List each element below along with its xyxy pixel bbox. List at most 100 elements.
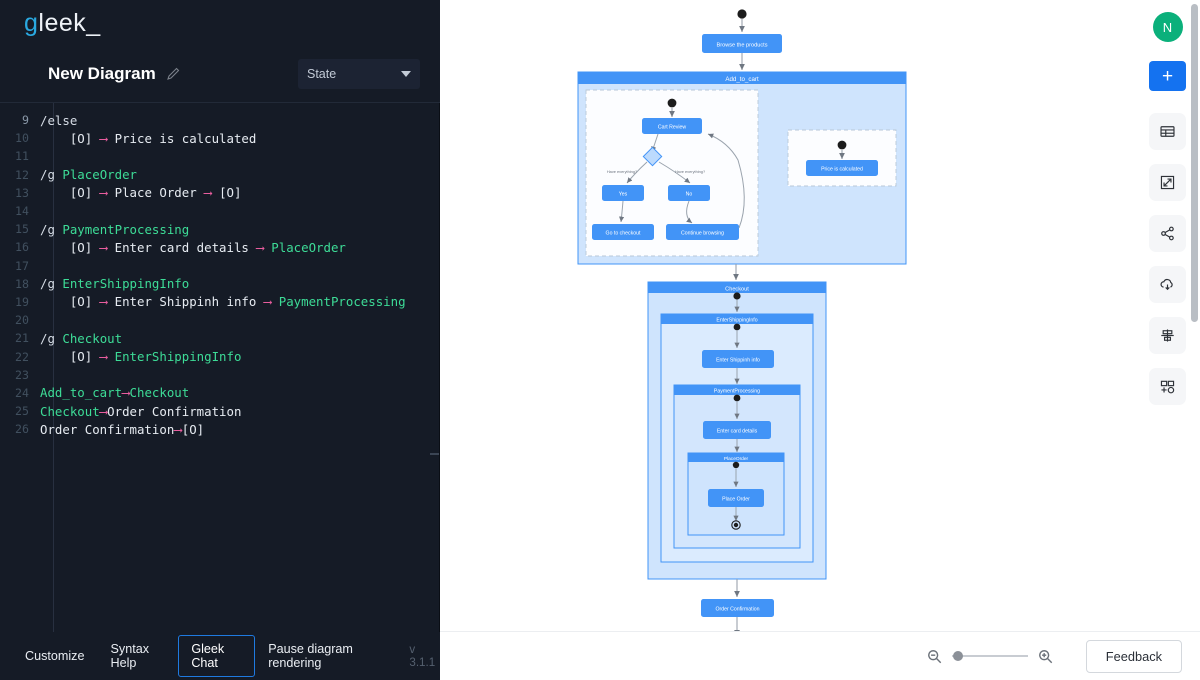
state-label: Place Order [722, 497, 750, 503]
vertical-scrollbar[interactable] [1191, 4, 1198, 322]
code-token: PlaceOrder [62, 167, 137, 183]
code-token: [O] [40, 185, 100, 201]
state-price-is-calculated[interactable]: Price is calculated [806, 160, 878, 176]
composite-label-esi: EnterShippingInfo [716, 318, 757, 324]
cloud-download-icon[interactable] [1149, 266, 1186, 303]
code-line[interactable]: 19 [O] ⟶ Enter Shippinh info ⟶ PaymentPr… [0, 293, 440, 311]
initial-state-pp[interactable] [733, 394, 741, 402]
code-token: Order Confirmation [107, 403, 242, 419]
code-text: /g EnterShippingInfo [40, 276, 189, 291]
code-token: Price is calculated [107, 130, 257, 146]
code-token: ⟶ [122, 385, 130, 401]
diagram-panel[interactable]: Add_to_cart Browse the products Cart Rev… [440, 0, 1200, 680]
avatar[interactable]: N [1152, 12, 1183, 42]
state-yes[interactable]: Yes [602, 185, 644, 201]
code-line[interactable]: 10 [O] ⟶ Price is calculated [0, 129, 440, 147]
code-line[interactable]: 18/g EnterShippingInfo [0, 275, 440, 293]
edge-label-have-everything-yes: Have everything? [607, 169, 638, 174]
state-no[interactable]: No [668, 185, 710, 201]
code-line[interactable]: 15/g PaymentProcessing [0, 220, 440, 238]
state-continue-browsing[interactable]: Continue browsing [666, 224, 739, 240]
state-order-confirmation[interactable]: Order Confirmation [701, 599, 774, 617]
page-title[interactable]: New Diagram [48, 64, 156, 84]
code-text: [O] ⟶ EnterShippingInfo [40, 349, 242, 364]
code-line[interactable]: 9/else [0, 111, 440, 129]
initial-state-price[interactable] [837, 140, 847, 150]
state-enter-card-details[interactable]: Enter card details [703, 421, 771, 439]
code-token: [O] [181, 421, 205, 437]
fit-screen-icon[interactable] [1149, 164, 1186, 201]
code-line[interactable]: 22 [O] ⟶ EnterShippingInfo [0, 347, 440, 365]
code-token: Checkout [40, 403, 100, 419]
state-place-order[interactable]: Place Order [708, 489, 764, 507]
zoom-in-icon[interactable] [1037, 648, 1054, 665]
initial-state-cart[interactable] [667, 98, 677, 108]
shapes-layout-icon[interactable] [1149, 368, 1186, 405]
initial-state-start[interactable] [737, 9, 747, 19]
state-label: Continue browsing [681, 231, 724, 237]
composite-label-po: PlaceOrder [724, 456, 749, 462]
state-cart-review[interactable]: Cart Review [642, 118, 702, 134]
state-label: Browse the products [717, 43, 768, 49]
code-text: [O] ⟶ Place Order ⟶ [O] [40, 185, 242, 201]
code-text: /g PaymentProcessing [40, 222, 189, 237]
bottom-bar-item-customize[interactable]: Customize [12, 642, 98, 670]
edge-label-have-everything-no: Have everything? [675, 169, 706, 174]
code-line[interactable]: 17 [0, 257, 440, 275]
state-label: Price is calculated [821, 167, 863, 173]
code-token: Checkout [129, 385, 190, 401]
zoom-slider-thumb[interactable] [952, 651, 963, 661]
diagram-canvas[interactable]: Add_to_cart Browse the products Cart Rev… [440, 0, 1200, 680]
state-go-to-checkout[interactable]: Go to checkout [592, 224, 654, 240]
diagram-type-value: State [307, 67, 337, 81]
line-number: 21 [15, 331, 29, 346]
zoom-out-icon[interactable] [926, 648, 943, 665]
code-token: Place Order [107, 185, 205, 201]
initial-state-po[interactable] [732, 461, 740, 469]
add-button[interactable]: + [1149, 61, 1186, 91]
code-editor[interactable]: 9/else 10 [O] ⟶ Price is calculated 11 12/g… [0, 102, 440, 632]
diagram-type-select[interactable]: State [298, 59, 420, 89]
bottom-bar-item-syntax-help[interactable]: Syntax Help [98, 635, 179, 677]
state-browse-the-products[interactable]: Browse the products [702, 34, 782, 53]
pencil-icon[interactable] [166, 66, 182, 82]
code-line[interactable]: 20 [0, 311, 440, 329]
code-token: PaymentProcessing [271, 294, 406, 310]
code-line[interactable]: 12/g PlaceOrder [0, 166, 440, 184]
code-line[interactable]: 25 Checkout⟶Order Confirmation [0, 402, 440, 420]
gleek-app: gleek_ New Diagram State 9/else 10 [O] ⟶ … [0, 0, 1200, 680]
app-version: v 3.1.1 [409, 643, 436, 669]
table-icon[interactable] [1149, 113, 1186, 150]
line-number: 17 [15, 258, 29, 273]
line-number: 11 [15, 149, 29, 164]
code-token: [O] [40, 294, 100, 310]
state-label: Go to checkout [606, 231, 641, 237]
zoom-control [926, 648, 1054, 665]
code-line[interactable]: 13 [O] ⟶ Place Order ⟶ [O] [0, 184, 440, 202]
feedback-button[interactable]: Feedback [1085, 639, 1182, 673]
align-center-icon[interactable] [1149, 317, 1186, 354]
code-line[interactable]: 14 [0, 202, 440, 220]
initial-state-checkout[interactable] [733, 292, 741, 300]
gleek-logo[interactable]: gleek_ [24, 9, 101, 38]
code-line[interactable]: 16 [O] ⟶ Enter card details ⟶ PlaceOrder [0, 238, 440, 256]
code-line[interactable]: 26 Order Confirmation⟶[O] [0, 420, 440, 438]
state-enter-shipping-info[interactable]: Enter Shippinh info [702, 350, 774, 368]
zoom-slider[interactable] [951, 651, 1028, 661]
brand-row: gleek_ [0, 0, 440, 46]
line-number: 12 [15, 167, 29, 182]
code-lines: 9/else 10 [O] ⟶ Price is calculated 11 12/g… [0, 111, 440, 438]
code-line[interactable]: 11 [0, 147, 440, 165]
code-line[interactable]: 23 [0, 366, 440, 384]
feedback-label: Feedback [1105, 648, 1162, 664]
line-number: 9 [22, 113, 29, 128]
bottom-bar-item-pause-diagram-rendering[interactable]: Pause diagram rendering [255, 635, 395, 677]
code-line[interactable]: 24 Add_to_cart⟶Checkout [0, 384, 440, 402]
initial-state-esi[interactable] [733, 323, 741, 331]
code-token: Checkout [62, 330, 123, 346]
code-line[interactable]: 21/g Checkout [0, 329, 440, 347]
state-label: No [686, 192, 693, 198]
line-number: 25 [15, 404, 29, 419]
bottom-bar-item-gleek-chat[interactable]: Gleek Chat [178, 635, 256, 677]
share-icon[interactable] [1149, 215, 1186, 252]
